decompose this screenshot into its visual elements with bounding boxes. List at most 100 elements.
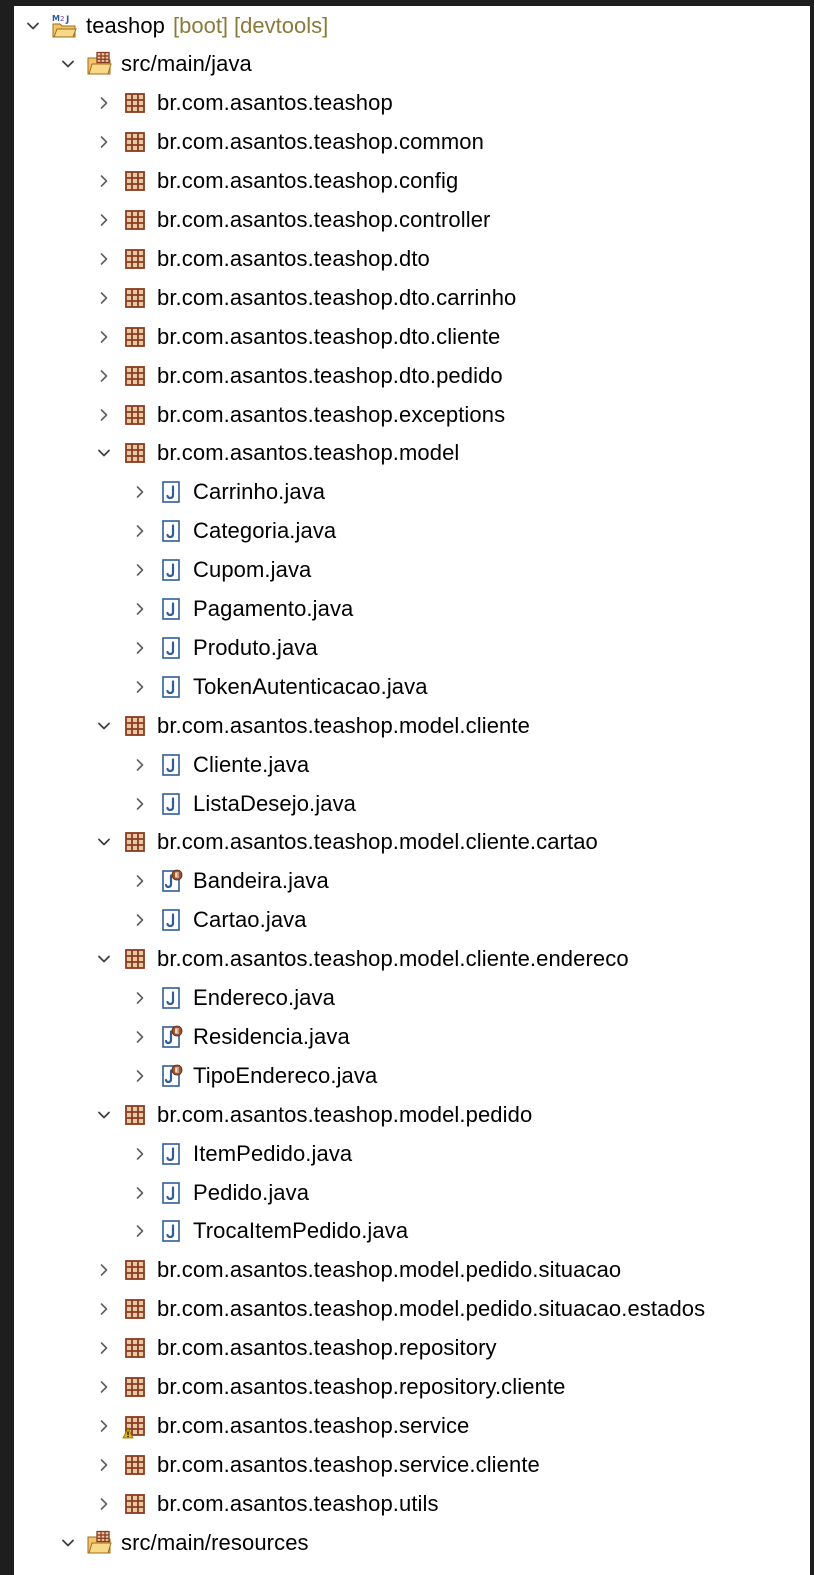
chevron-right-icon[interactable] [129,1220,151,1242]
chevron-right-icon[interactable] [129,754,151,776]
chevron-down-icon[interactable] [93,948,115,970]
chevron-right-icon[interactable] [93,1493,115,1515]
chevron-right-icon[interactable] [129,520,151,542]
chevron-right-icon[interactable] [93,404,115,426]
tree-item[interactable]: Endereco.java [14,979,814,1018]
tree-item[interactable]: br.com.asantos.teashop.model.pedido.situ… [14,1290,814,1329]
chevron-right-icon[interactable] [129,987,151,1009]
package-icon [121,89,149,117]
chevron-down-icon[interactable] [93,442,115,464]
chevron-down-icon[interactable] [22,15,44,37]
tree-item[interactable]: src/main/resources [14,1523,814,1562]
tree-item[interactable]: br.com.asantos.teashop.dto.carrinho [14,278,814,317]
package-icon [121,206,149,234]
tree-item-label: ItemPedido.java [193,1140,353,1166]
tree-item[interactable]: br.com.asantos.teashop [14,84,814,123]
tree-item[interactable]: br.com.asantos.teashop.dto [14,239,814,278]
tree-item-label: Carrinho.java [193,479,326,505]
chevron-right-icon[interactable] [129,598,151,620]
chevron-down-icon[interactable] [93,715,115,737]
chevron-right-icon[interactable] [129,909,151,931]
package-icon [121,1295,149,1323]
tree-item[interactable]: br.com.asantos.teashop.service.cliente [14,1445,814,1484]
tree-item[interactable]: TokenAutenticacao.java [14,667,814,706]
tree-item[interactable]: ItemPedido.java [14,1134,814,1173]
tree-item[interactable]: Pagamento.java [14,590,814,629]
chevron-right-icon[interactable] [129,1026,151,1048]
chevron-right-icon[interactable] [93,131,115,153]
chevron-right-icon[interactable] [93,1337,115,1359]
package-icon [121,1334,149,1362]
tree-item[interactable]: br.com.asantos.teashop.model.pedido [14,1095,814,1134]
tree-item[interactable]: Cupom.java [14,551,814,590]
package-icon [121,401,149,429]
tree-item[interactable]: br.com.asantos.teashop.dto.cliente [14,317,814,356]
tree-item[interactable]: E TipoEndereco.java [14,1056,814,1095]
tree-item[interactable]: br.com.asantos.teashop.model.cliente.car… [14,823,814,862]
tree-item[interactable]: Categoria.java [14,512,814,551]
chevron-right-icon[interactable] [93,1376,115,1398]
chevron-right-icon[interactable] [129,559,151,581]
tree-item-label: ListaDesejo.java [193,790,357,816]
tree-item-label: br.com.asantos.teashop.repository.client… [157,1374,566,1399]
tree-item[interactable]: src/main/java [14,45,814,84]
chevron-right-icon[interactable] [129,1143,151,1165]
chevron-right-icon[interactable] [93,1454,115,1476]
source-folder-icon [85,1529,113,1557]
tree-item-label: br.com.asantos.teashop.dto.cliente [157,323,501,349]
tree-item[interactable]: Carrinho.java [14,473,814,512]
tree-item-label: br.com.asantos.teashop.model.cliente.end… [157,946,629,972]
chevron-down-icon[interactable] [93,831,115,853]
chevron-right-icon[interactable] [129,637,151,659]
java-file-icon [157,673,185,701]
tree-item[interactable]: br.com.asantos.teashop.model.pedido.situ… [14,1251,814,1290]
tree-item[interactable]: Pedido.java [14,1173,814,1212]
tree-item[interactable]: E Bandeira.java [14,862,814,901]
chevron-right-icon[interactable] [93,170,115,192]
tree-item[interactable]: br.com.asantos.teashop.exceptions [14,395,814,434]
tree-item[interactable]: Cartao.java [14,901,814,940]
chevron-right-icon[interactable] [129,676,151,698]
chevron-down-icon[interactable] [57,53,79,75]
tree-item-project[interactable]: M 2 J teashop [boot] [devtools] [14,6,814,45]
tree-item[interactable]: br.com.asantos.teashop.repository [14,1329,814,1368]
chevron-right-icon[interactable] [93,326,115,348]
chevron-right-icon[interactable] [129,793,151,815]
project-name: teashop [86,12,165,38]
tree-item[interactable]: br.com.asantos.teashop.model [14,434,814,473]
tree-item[interactable]: Produto.java [14,628,814,667]
chevron-down-icon[interactable] [57,1532,79,1554]
tree-item[interactable]: br.com.asantos.teashop.utils [14,1484,814,1523]
chevron-right-icon[interactable] [93,1298,115,1320]
java-enum-file-icon: E [157,1023,185,1051]
tree-item[interactable]: br.com.asantos.teashop.common [14,123,814,162]
chevron-right-icon[interactable] [93,365,115,387]
chevron-right-icon[interactable] [93,1259,115,1281]
tree-item[interactable]: br.com.asantos.teashop.config [14,162,814,201]
tree-item[interactable]: ListaDesejo.java [14,784,814,823]
java-file-icon [157,1179,185,1207]
tree-item[interactable]: E Residencia.java [14,1017,814,1056]
chevron-right-icon[interactable] [93,209,115,231]
tree-item[interactable]: br.com.asantos.teashop.model.cliente [14,706,814,745]
tree-item[interactable]: br.com.asantos.teashop.repository.client… [14,1368,814,1407]
chevron-right-icon[interactable] [129,481,151,503]
tree-item[interactable]: br.com.asantos.teashop.dto.pedido [14,356,814,395]
tree-item[interactable]: br.com.asantos.teashop.model.cliente.end… [14,940,814,979]
chevron-right-icon[interactable] [93,248,115,270]
tree-item[interactable]: TrocaItemPedido.java [14,1212,814,1251]
chevron-right-icon[interactable] [93,287,115,309]
tree-item[interactable]: br.com.asantos.teashop.controller [14,201,814,240]
chevron-right-icon[interactable] [93,92,115,114]
chevron-down-icon[interactable] [93,1104,115,1126]
tree-item[interactable]: Cliente.java [14,745,814,784]
chevron-right-icon[interactable] [129,1065,151,1087]
tree-item[interactable]: br.com.asantos.teashop.service [14,1406,814,1445]
package-icon [121,245,149,273]
chevron-right-icon[interactable] [93,1415,115,1437]
java-file-icon [157,556,185,584]
package-icon [121,1490,149,1518]
java-file-icon [157,1217,185,1245]
chevron-right-icon[interactable] [129,1182,151,1204]
chevron-right-icon[interactable] [129,870,151,892]
